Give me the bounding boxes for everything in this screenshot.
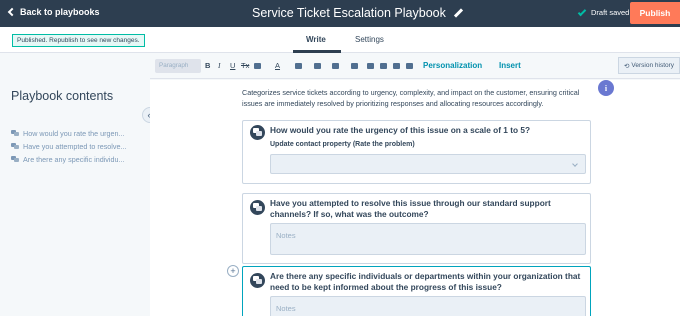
status-banner: Published. Republish to see new changes.	[12, 34, 145, 47]
underline-button[interactable]: U	[230, 61, 235, 70]
more-styles-icon[interactable]	[254, 63, 261, 69]
image-icon[interactable]	[367, 63, 374, 69]
version-history-button[interactable]: ⟲ Version history	[618, 57, 680, 74]
table-icon[interactable]	[393, 63, 400, 69]
tab-settings[interactable]: Settings	[355, 35, 384, 44]
sidebar-item-label: Have you attempted to resolve...	[23, 142, 127, 151]
question-card-2[interactable]: Have you attempted to resolve this issue…	[242, 193, 591, 264]
chat-bubbles-icon	[11, 156, 19, 163]
editor-canvas[interactable]: Categorizes service tickets according to…	[150, 80, 680, 316]
personalization-dropdown[interactable]: Personalization	[423, 61, 482, 70]
chat-bubbles-icon	[250, 200, 265, 215]
chevron-left-icon	[7, 7, 17, 17]
video-icon[interactable]	[380, 63, 387, 69]
strikethrough-button[interactable]: Tx	[241, 61, 249, 70]
checkmark-icon	[577, 7, 587, 16]
chat-bubbles-icon	[11, 130, 19, 137]
pencil-icon[interactable]	[454, 9, 462, 17]
align-icon[interactable]	[332, 63, 339, 69]
plus-icon: +	[230, 265, 236, 276]
chevron-down-icon	[572, 161, 578, 167]
property-select[interactable]	[270, 154, 586, 174]
version-history-label: Version history	[631, 62, 675, 69]
top-bar: Back to playbooks Service Ticket Escalat…	[0, 0, 680, 27]
chat-bubbles-icon	[250, 125, 265, 140]
chat-bubbles-icon[interactable]	[406, 63, 413, 69]
sidebar-item-question-1[interactable]: How would you rate the urgen...	[11, 129, 124, 138]
notes-field[interactable]: Notes	[270, 296, 586, 316]
sidebar-heading: Playbook contents	[11, 89, 114, 103]
tab-write[interactable]: Write	[306, 35, 326, 44]
playbook-title[interactable]: Service Ticket Escalation Playbook	[252, 6, 462, 20]
list-icon[interactable]	[351, 63, 358, 69]
notes-field[interactable]: Notes	[270, 223, 586, 255]
tab-bar: Published. Republish to see new changes.…	[0, 27, 680, 53]
sidebar-item-question-2[interactable]: Have you attempted to resolve...	[11, 142, 126, 151]
paragraph-style-select[interactable]: Paragraph	[155, 59, 201, 73]
playbook-description[interactable]: Categorizes service tickets according to…	[242, 87, 587, 109]
info-icon[interactable]: i	[598, 80, 614, 96]
question-text: How would you rate the urgency of this i…	[270, 125, 531, 135]
playbook-contents-sidebar: Playbook contents How would you rate the…	[0, 53, 150, 316]
link-icon[interactable]	[314, 63, 321, 69]
bold-button[interactable]: B	[205, 61, 210, 70]
sidebar-item-label: How would you rate the urgen...	[23, 129, 125, 138]
font-color-button[interactable]: A	[275, 61, 280, 70]
italic-button[interactable]: I	[218, 61, 221, 70]
publish-button[interactable]: Publish	[630, 2, 680, 24]
question-text-line-1: Have you attempted to resolve this issue…	[270, 198, 551, 208]
highlight-icon[interactable]	[295, 63, 302, 69]
back-to-playbooks-link[interactable]: Back to playbooks	[7, 7, 100, 17]
question-text-line-2: need to be kept informed about the progr…	[270, 282, 502, 292]
editor-toolbar: Paragraph B I U Tx A Personalization Ins…	[150, 53, 680, 79]
history-icon: ⟲	[623, 62, 630, 70]
save-status-text: Draft saved	[591, 8, 630, 17]
chat-bubbles-icon	[250, 273, 265, 288]
back-label: Back to playbooks	[20, 7, 100, 17]
insert-dropdown[interactable]: Insert	[499, 61, 521, 70]
question-card-1[interactable]: How would you rate the urgency of this i…	[242, 120, 591, 184]
property-label: Update contact property (Rate the proble…	[270, 141, 415, 148]
sidebar-item-label: Are there any specific individu...	[23, 155, 125, 164]
playbook-title-text: Service Ticket Escalation Playbook	[252, 6, 446, 20]
question-text-line-2: channels? If so, what was the outcome?	[270, 209, 429, 219]
save-status: Draft saved	[577, 7, 630, 17]
question-text-line-1: Are there any specific individuals or de…	[270, 271, 581, 281]
question-card-3[interactable]: Are there any specific individuals or de…	[242, 266, 591, 316]
add-block-button[interactable]: +	[227, 265, 239, 277]
chat-bubbles-icon	[11, 143, 19, 150]
sidebar-item-question-3[interactable]: Are there any specific individu...	[11, 155, 124, 164]
